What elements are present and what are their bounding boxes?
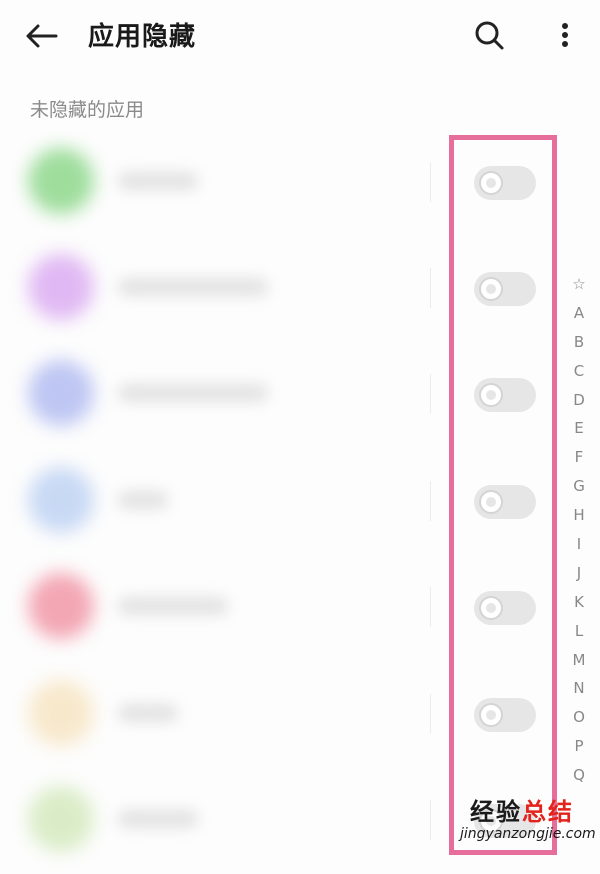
- index-letter[interactable]: K: [566, 588, 592, 617]
- app-name-blurred: [118, 597, 228, 615]
- hide-toggle[interactable]: [474, 698, 536, 732]
- app-row[interactable]: [0, 553, 440, 661]
- index-letter[interactable]: Q: [566, 761, 592, 790]
- more-vertical-icon: [562, 23, 568, 47]
- index-letter[interactable]: E: [566, 414, 592, 443]
- app-icon: [28, 786, 94, 852]
- index-favorites-icon[interactable]: ☆: [566, 270, 592, 299]
- index-letter[interactable]: J: [566, 559, 592, 588]
- app-name-blurred: [118, 491, 168, 509]
- row-divider: [430, 800, 431, 840]
- back-button[interactable]: [22, 18, 62, 54]
- more-options-button[interactable]: [545, 16, 585, 56]
- app-icon: [28, 680, 94, 746]
- search-icon: [475, 21, 504, 50]
- watermark: 经验总结 jingyanzongjie.com: [460, 792, 600, 847]
- page-title: 应用隐藏: [88, 22, 197, 52]
- index-letter[interactable]: C: [566, 357, 592, 386]
- index-letter[interactable]: B: [566, 328, 592, 357]
- index-letter[interactable]: G: [566, 472, 592, 501]
- app-name-blurred: [118, 384, 268, 402]
- hide-toggle[interactable]: [474, 378, 536, 412]
- app-name-blurred: [118, 704, 178, 722]
- search-button[interactable]: [470, 16, 510, 56]
- toggle-knob: [479, 383, 503, 407]
- row-divider: [430, 587, 431, 627]
- toggle-knob: [479, 703, 503, 727]
- row-divider: [430, 481, 431, 521]
- index-letter[interactable]: D: [566, 386, 592, 415]
- index-letter[interactable]: M: [566, 646, 592, 675]
- app-row[interactable]: [0, 128, 440, 236]
- app-name-blurred: [118, 172, 198, 190]
- index-letter[interactable]: P: [566, 732, 592, 761]
- app-row[interactable]: [0, 660, 440, 768]
- hide-toggle[interactable]: [474, 272, 536, 306]
- hide-toggle[interactable]: [474, 485, 536, 519]
- back-arrow-icon: [26, 24, 58, 48]
- app-icon: [28, 254, 94, 320]
- toggle-knob: [479, 596, 503, 620]
- hide-toggle[interactable]: [474, 166, 536, 200]
- watermark-url: jingyanzongjie.com: [460, 826, 596, 842]
- index-letter[interactable]: N: [566, 674, 592, 703]
- app-icon: [28, 467, 94, 533]
- app-row[interactable]: [0, 447, 440, 555]
- row-divider: [430, 162, 431, 202]
- watermark-logo: 经验总结: [470, 798, 574, 826]
- app-row[interactable]: [0, 766, 440, 874]
- index-letter[interactable]: O: [566, 703, 592, 732]
- app-name-blurred: [118, 810, 198, 828]
- toggle-knob: [479, 277, 503, 301]
- alphabet-index[interactable]: ☆ A B C D E F G H I J K L M N O P Q: [566, 270, 592, 790]
- index-letter[interactable]: H: [566, 501, 592, 530]
- index-letter[interactable]: I: [566, 530, 592, 559]
- toggle-knob: [479, 490, 503, 514]
- index-letter[interactable]: A: [566, 299, 592, 328]
- app-row[interactable]: [0, 234, 440, 342]
- app-row[interactable]: [0, 340, 440, 448]
- app-icon: [28, 148, 94, 214]
- hide-toggle[interactable]: [474, 591, 536, 625]
- app-name-blurred: [118, 278, 268, 296]
- row-divider: [430, 694, 431, 734]
- app-icon: [28, 360, 94, 426]
- index-letter[interactable]: F: [566, 443, 592, 472]
- row-divider: [430, 374, 431, 414]
- toggle-knob: [479, 171, 503, 195]
- section-header: 未隐藏的应用: [30, 99, 145, 121]
- row-divider: [430, 268, 431, 308]
- top-bar: 应用隐藏: [0, 0, 600, 72]
- index-letter[interactable]: L: [566, 617, 592, 646]
- app-icon: [28, 573, 94, 639]
